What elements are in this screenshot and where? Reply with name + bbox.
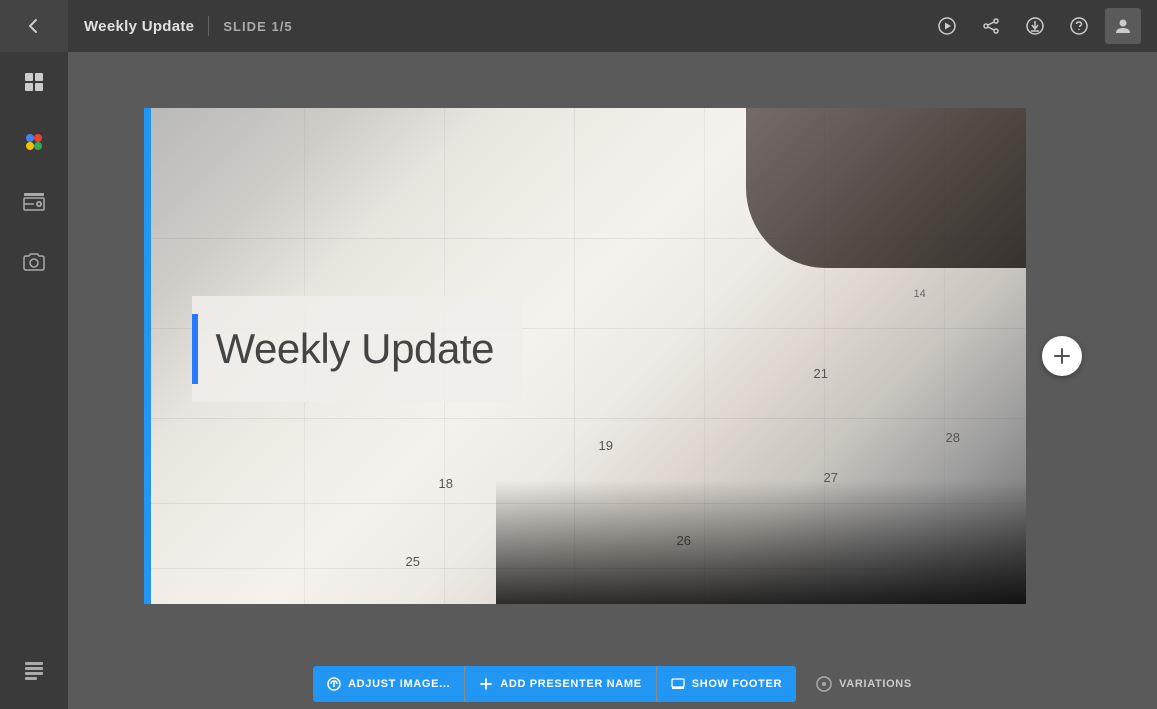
toolbar-button-group: ADJUST IMAGE... ADD PRESENTER NAME SHOW … bbox=[313, 666, 796, 702]
adjust-image-button[interactable]: ADJUST IMAGE... bbox=[313, 666, 464, 702]
back-button[interactable] bbox=[0, 0, 68, 52]
sidebar-item-settings[interactable] bbox=[0, 172, 68, 232]
cal-num-18: 18 bbox=[439, 476, 453, 491]
user-button[interactable] bbox=[1105, 8, 1141, 44]
add-presenter-button[interactable]: ADD PRESENTER NAME bbox=[465, 666, 655, 702]
variations-button[interactable]: VARIATIONS bbox=[816, 676, 912, 692]
topbar-actions bbox=[929, 8, 1141, 44]
variations-label: VARIATIONS bbox=[839, 678, 912, 690]
help-button[interactable] bbox=[1061, 8, 1097, 44]
add-presenter-icon bbox=[479, 677, 493, 691]
slide-settings-icon bbox=[22, 190, 46, 214]
add-presenter-label: ADD PRESENTER NAME bbox=[500, 678, 641, 690]
show-footer-icon bbox=[671, 678, 685, 690]
slide-title: Weekly Update bbox=[216, 325, 495, 373]
slide-dark-corner bbox=[746, 108, 1026, 268]
variations-icon bbox=[816, 676, 832, 692]
play-button[interactable] bbox=[929, 8, 965, 44]
topbar: Weekly Update SLIDE 1/5 bbox=[68, 0, 1157, 52]
sidebar-item-apps[interactable] bbox=[0, 112, 68, 172]
sidebar-item-camera[interactable] bbox=[0, 232, 68, 292]
apps-icon bbox=[22, 130, 46, 154]
adjust-image-icon bbox=[327, 677, 341, 691]
add-slide-button[interactable] bbox=[1042, 336, 1082, 376]
sidebar-item-grid[interactable] bbox=[0, 52, 68, 112]
slide-title-box: Weekly Update bbox=[192, 296, 523, 402]
sidebar bbox=[0, 0, 68, 709]
download-button[interactable] bbox=[1017, 8, 1053, 44]
list-icon bbox=[23, 660, 45, 682]
play-icon bbox=[938, 17, 956, 35]
adjust-image-label: ADJUST IMAGE... bbox=[348, 678, 450, 690]
slide-container: 18 19 21 25 26 27 28 29 14 Weekly Update bbox=[144, 108, 1082, 604]
cal-num-14: 14 bbox=[914, 288, 926, 300]
download-icon bbox=[1026, 17, 1044, 35]
plus-icon bbox=[1052, 346, 1072, 366]
slide-blue-accent bbox=[144, 108, 151, 604]
user-icon bbox=[1114, 17, 1132, 35]
show-footer-button[interactable]: SHOW FOOTER bbox=[657, 666, 796, 702]
slide-dark-bottom bbox=[496, 480, 1025, 604]
title-accent-bar bbox=[192, 314, 198, 384]
content-area: 18 19 21 25 26 27 28 29 14 Weekly Update bbox=[68, 52, 1157, 659]
cal-num-25: 25 bbox=[406, 554, 420, 569]
grid-icon bbox=[23, 71, 45, 93]
bottom-toolbar: ADJUST IMAGE... ADD PRESENTER NAME SHOW … bbox=[68, 659, 1157, 709]
share-button[interactable] bbox=[973, 8, 1009, 44]
cal-num-28: 28 bbox=[946, 430, 960, 445]
topbar-divider bbox=[208, 16, 209, 36]
cal-num-21: 21 bbox=[814, 366, 828, 381]
slide-frame[interactable]: 18 19 21 25 26 27 28 29 14 Weekly Update bbox=[144, 108, 1026, 604]
presentation-title: Weekly Update bbox=[84, 18, 194, 35]
cal-num-19: 19 bbox=[599, 438, 613, 453]
camera-icon bbox=[22, 250, 46, 274]
help-icon bbox=[1070, 17, 1088, 35]
main-area: Weekly Update SLIDE 1/5 bbox=[68, 0, 1157, 709]
share-icon bbox=[982, 17, 1000, 35]
show-footer-label: SHOW FOOTER bbox=[692, 678, 782, 690]
slide-counter: SLIDE 1/5 bbox=[223, 19, 292, 34]
sidebar-item-list[interactable] bbox=[0, 641, 68, 701]
